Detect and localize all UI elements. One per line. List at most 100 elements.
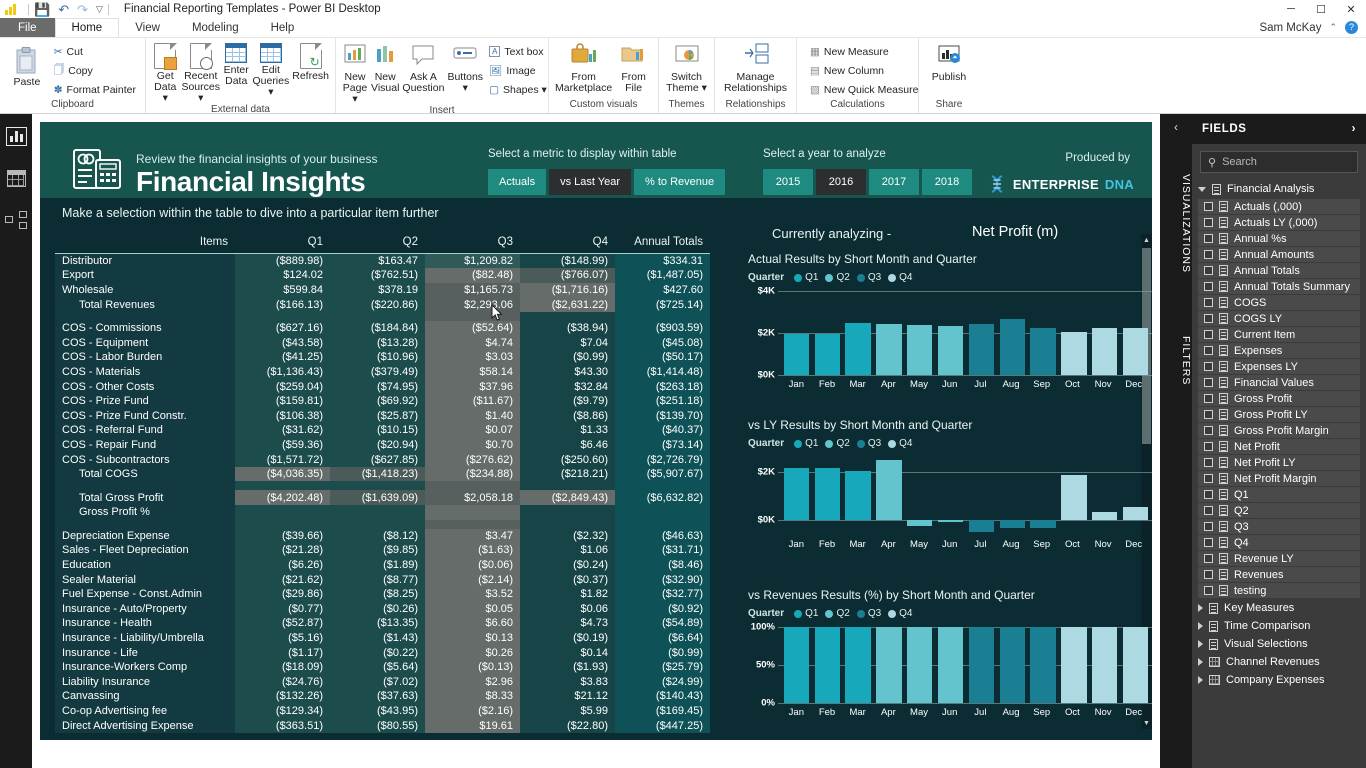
paste-button[interactable]: Paste [6,44,48,88]
table-cell-value[interactable]: ($263.18) [615,379,710,394]
bar-mar[interactable] [844,291,873,375]
legend-item-q4[interactable]: Q4 [888,438,913,449]
bar-jan[interactable] [782,457,811,535]
table-cell-item-label[interactable]: Total COGS [55,466,235,482]
field-checkbox[interactable] [1204,282,1213,291]
table-cell-value[interactable]: ($1.89) [330,557,425,573]
table-cell-value[interactable]: $6.46 [520,437,615,453]
tab-visualizations[interactable]: VISUALIZATIONS [1160,174,1192,273]
legend-item-q1[interactable]: Q1 [794,608,818,619]
buttons-button[interactable]: Buttons ▾ [447,40,483,94]
metric-button-vs-last-year[interactable]: vs Last Year [549,169,632,195]
table-row[interactable]: Sealer Material ($21.62) ($8.77) ($2.14) ($0… [55,572,710,587]
table-row[interactable]: COS - Labor Burden ($41.25) ($10.96) $3.03(… [55,350,710,365]
bar-jun[interactable] [936,627,965,703]
table-cell-value[interactable]: $0.07 [425,423,520,438]
table-cell-value[interactable] [520,311,615,321]
table-cell-value[interactable]: $58.14 [425,364,520,380]
table-cell-item-label[interactable]: Total Gross Profit [55,490,235,505]
year-button-2017[interactable]: 2017 [869,169,919,195]
table-cell-value[interactable]: ($52.87) [235,616,330,631]
table-cell-item-label[interactable]: Insurance - Life [55,645,235,660]
table-row[interactable]: Total COGS ($4,036.35) ($1,418.23) ($234.88… [55,466,710,482]
bar-jul[interactable] [967,291,996,375]
table-cell-value[interactable] [615,481,710,491]
chart-3[interactable]: vs Revenues Results (%) by Short Month a… [748,588,1152,718]
table-cell-value[interactable]: ($11.67) [425,393,520,409]
chart-2[interactable]: vs LY Results by Short Month and Quarter… [748,418,1152,550]
table-cell-value[interactable]: ($234.88) [425,466,520,482]
table-cell-item-label[interactable]: COS - Equipment [55,335,235,351]
table-cell-value[interactable]: ($59.36) [235,437,330,453]
table-cell-value[interactable] [425,519,520,529]
table-cell-value[interactable]: ($0.99) [520,350,615,365]
field-checkbox[interactable] [1204,506,1213,515]
table-cell-value[interactable]: $124.02 [235,268,330,283]
field-item[interactable]: Annual Amounts [1198,247,1360,262]
bar-dec[interactable] [1121,291,1150,375]
new-measure-button[interactable]: ▦ New Measure [807,42,921,61]
table-cell-value[interactable]: ($1.93) [520,659,615,675]
table-cell-value[interactable]: $0.05 [425,601,520,617]
table-cell-value[interactable]: ($627.85) [330,452,425,467]
publish-button[interactable]: Publish [925,40,973,83]
tab-modeling[interactable]: Modeling [176,18,255,37]
table-cell-value[interactable]: $1,165.73 [425,282,520,298]
chevron-right-icon[interactable] [1198,658,1203,666]
field-item[interactable]: Q4 [1198,535,1360,550]
table-cell-value[interactable]: $2,293.06 [425,297,520,312]
table-row[interactable]: Depreciation Expense ($39.66) ($8.12) $3.47… [55,528,710,544]
table-cell-value[interactable]: ($169.45) [615,703,710,719]
table-row[interactable]: COS - Repair Fund ($59.36) ($20.94) $0.70 $6… [55,437,710,453]
table-cell-item-label[interactable]: Sales - Fleet Depreciation [55,543,235,558]
bar-feb[interactable] [813,457,842,535]
table-cell-value[interactable]: ($37.63) [330,689,425,704]
field-item[interactable]: Q1 [1198,487,1360,502]
table-cell-value[interactable]: ($2.16) [425,703,520,719]
table-cell-value[interactable]: ($0.92) [615,601,710,617]
chevron-right-icon[interactable] [1198,676,1203,684]
table-cell-item-label[interactable]: COS - Materials [55,364,235,380]
table-cell-value[interactable]: ($45.08) [615,335,710,351]
table-cell-value[interactable]: $3.52 [425,586,520,602]
table-row[interactable]: COS - Equipment ($43.58) ($13.28) $4.74 $7.0… [55,335,710,351]
bar-nov[interactable] [1090,291,1119,375]
table-cell-item-label[interactable]: COS - Labor Burden [55,350,235,365]
field-checkbox[interactable] [1204,330,1213,339]
table-cell-value[interactable]: ($0.77) [235,601,330,617]
table-row[interactable]: COS - Referral Fund ($31.62) ($10.15) $0.07… [55,423,710,438]
field-checkbox[interactable] [1204,426,1213,435]
table-cell-value[interactable]: ($8.77) [330,572,425,587]
table-cell-value[interactable]: $0.26 [425,645,520,660]
table-cell-value[interactable]: ($0.06) [425,557,520,573]
chevron-right-icon[interactable] [1198,640,1203,648]
table-cell-item-label[interactable]: Direct Advertising Expense [55,718,235,733]
table-cell-value[interactable]: ($2,631.22) [520,297,615,312]
new-visual-button[interactable]: New Visual [371,40,399,94]
col-header-annual-totals[interactable]: Annual Totals [615,234,710,254]
table-row[interactable]: Gross Profit % [55,505,710,520]
field-checkbox[interactable] [1204,202,1213,211]
bar-dec[interactable] [1121,457,1150,535]
bar-sep[interactable] [1029,627,1058,703]
table-cell-value[interactable]: ($1.43) [330,630,425,646]
table-cell-value[interactable]: ($2.14) [425,572,520,587]
field-checkbox[interactable] [1204,266,1213,275]
table-cell-value[interactable]: ($22.80) [520,718,615,733]
col-header-q1[interactable]: Q1 [235,234,330,254]
table-cell-value[interactable]: ($363.51) [235,718,330,733]
table-cell-value[interactable]: ($46.63) [615,528,710,544]
table-cell-item-label[interactable]: Co-op Advertising fee [55,703,235,719]
table-cell-value[interactable]: $5.99 [520,703,615,719]
table-cell-value[interactable]: ($8.12) [330,528,425,544]
year-button-2016[interactable]: 2016 [816,169,866,195]
field-item[interactable]: Current Item [1198,327,1360,342]
legend-item-q4[interactable]: Q4 [888,272,913,283]
table-cell-item-label[interactable]: Insurance - Health [55,616,235,631]
table-cell-value[interactable]: ($25.79) [615,659,710,675]
table-cell-value[interactable]: $1.33 [520,423,615,438]
table-cell-value[interactable]: $0.13 [425,630,520,646]
table-cell-value[interactable]: ($1.63) [425,543,520,558]
collapse-ribbon-icon[interactable]: ⌃ [1329,22,1337,33]
bar-jan[interactable] [782,627,811,703]
